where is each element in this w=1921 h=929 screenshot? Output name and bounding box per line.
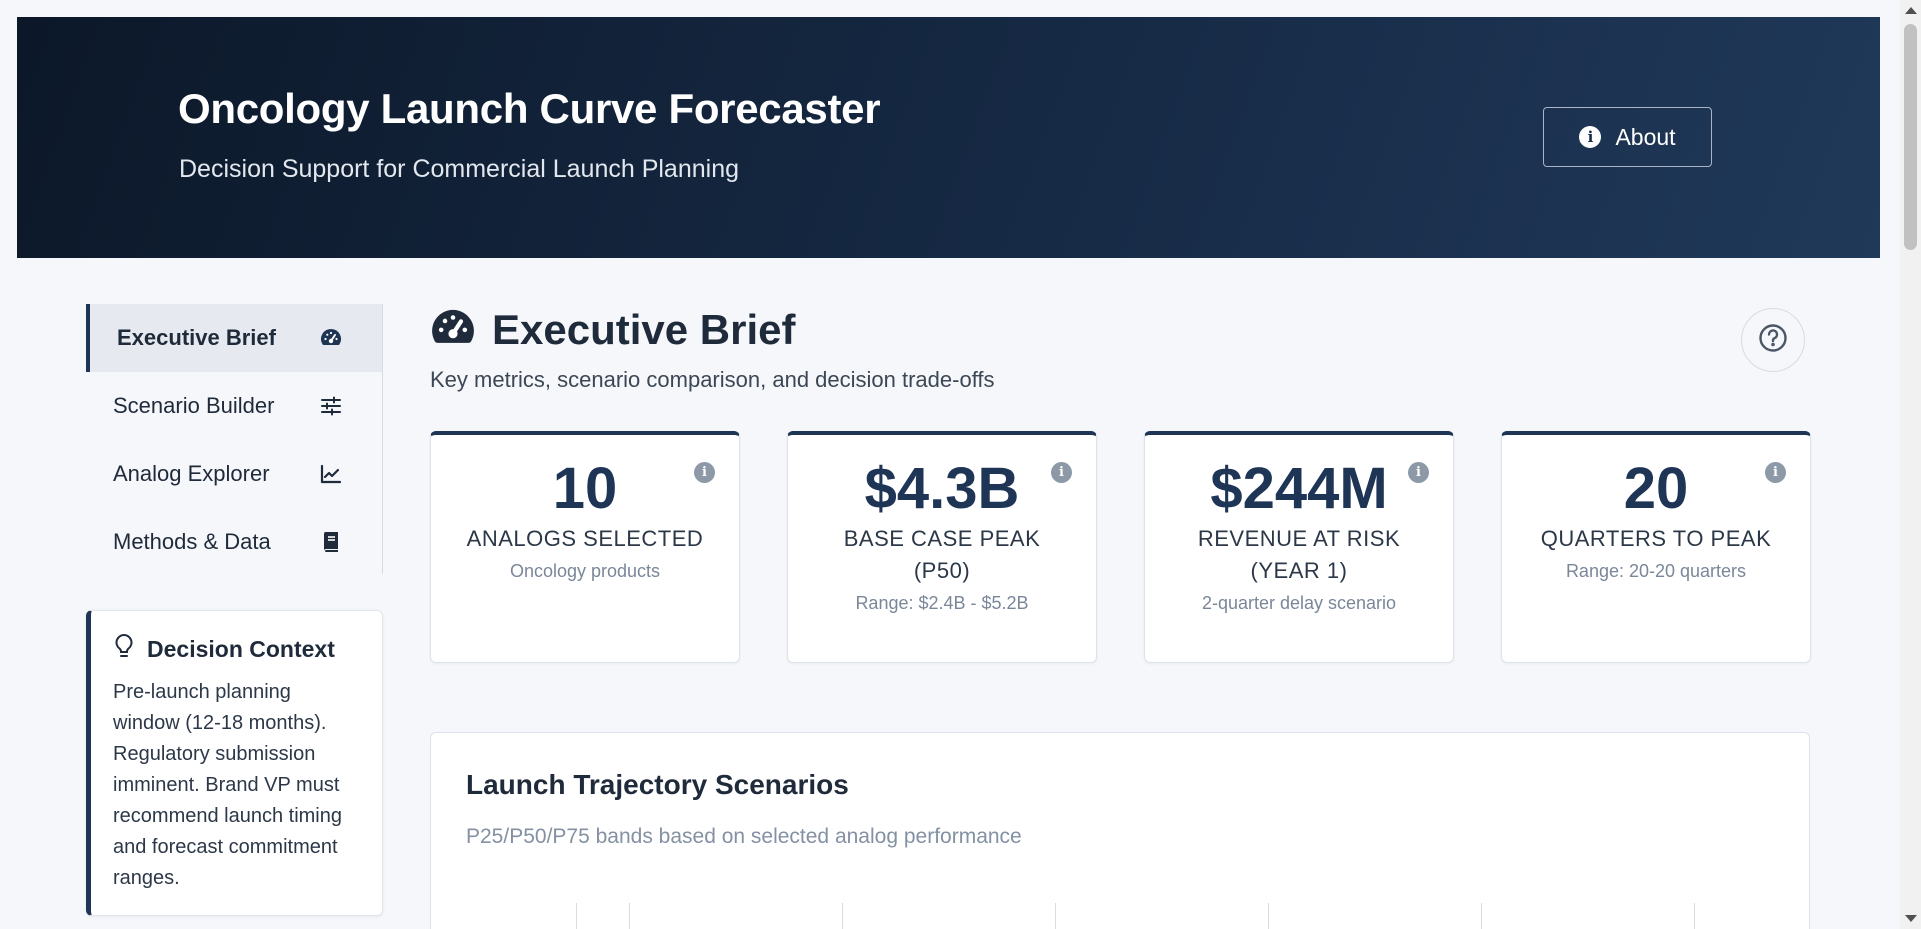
scroll-up-arrow-icon[interactable] bbox=[1905, 7, 1917, 14]
decision-context-title: Decision Context bbox=[147, 635, 335, 662]
kpi-label: QUARTERS TO PEAK bbox=[1540, 526, 1772, 551]
app-header: Oncology Launch Curve Forecaster Decisio… bbox=[17, 17, 1880, 258]
info-icon[interactable]: i bbox=[1408, 462, 1429, 483]
sidebar-item-label: Methods & Data bbox=[113, 529, 271, 554]
question-circle-icon bbox=[1758, 323, 1788, 358]
kpi-label: BASE CASE PEAK (P50) bbox=[843, 526, 1041, 583]
kpi-note: Oncology products bbox=[509, 561, 661, 581]
sliders-icon bbox=[318, 393, 344, 419]
kpi-label: REVENUE AT RISK (YEAR 1) bbox=[1197, 526, 1401, 583]
chart-gridline bbox=[1055, 903, 1056, 929]
kpi-card-analogs: i 10 ANALOGS SELECTED Oncology products bbox=[430, 431, 740, 663]
book-icon bbox=[318, 529, 344, 555]
info-icon[interactable]: i bbox=[1051, 462, 1072, 483]
page-heading: Executive Brief bbox=[430, 306, 795, 354]
kpi-value: $4.3B bbox=[864, 456, 1020, 521]
kpi-value: 10 bbox=[552, 456, 618, 521]
app-subtitle: Decision Support for Commercial Launch P… bbox=[179, 155, 740, 183]
gauge-icon bbox=[430, 308, 476, 353]
sidebar-item-methods-data[interactable]: Methods & Data bbox=[86, 508, 382, 576]
kpi-card-revenue-risk: i $244M REVENUE AT RISK (YEAR 1) 2-quart… bbox=[1144, 431, 1454, 663]
chart-gridline bbox=[1268, 903, 1269, 929]
app-title: Oncology Launch Curve Forecaster bbox=[178, 85, 881, 132]
sidebar-item-executive-brief[interactable]: Executive Brief bbox=[86, 304, 382, 372]
decision-context-body: Pre-launch planning window (12-18 months… bbox=[113, 681, 342, 889]
kpi-note: Range: 20-20 quarters bbox=[1565, 561, 1747, 581]
decision-context-header: Decision Context bbox=[113, 633, 360, 665]
chart-subtitle: P25/P50/P75 bands based on selected anal… bbox=[466, 825, 1022, 848]
sidebar-item-label: Analog Explorer bbox=[113, 461, 270, 486]
sidebar-item-scenario-builder[interactable]: Scenario Builder bbox=[86, 372, 382, 440]
kpi-note: 2-quarter delay scenario bbox=[1201, 593, 1397, 613]
sidebar-item-label: Executive Brief bbox=[117, 325, 276, 350]
kpi-label: ANALOGS SELECTED bbox=[466, 526, 704, 551]
chart-gridline bbox=[576, 903, 577, 929]
lightbulb-icon bbox=[113, 633, 135, 665]
sidebar-item-label: Scenario Builder bbox=[113, 393, 275, 418]
trajectory-chart-card: Launch Trajectory Scenarios P25/P50/P75 … bbox=[430, 732, 1810, 929]
info-icon[interactable]: i bbox=[694, 462, 715, 483]
sidebar-item-analog-explorer[interactable]: Analog Explorer bbox=[86, 440, 382, 508]
kpi-card-quarters: i 20 QUARTERS TO PEAK Range: 20-20 quart… bbox=[1501, 431, 1811, 663]
kpi-note: Range: $2.4B - $5.2B bbox=[855, 593, 1029, 613]
kpi-value: 20 bbox=[1623, 456, 1689, 521]
kpi-card-peak: i $4.3B BASE CASE PEAK (P50) Range: $2.4… bbox=[787, 431, 1097, 663]
scroll-thumb[interactable] bbox=[1904, 24, 1917, 250]
decision-context-card: Decision Context Pre-launch planning win… bbox=[86, 610, 383, 916]
page-title: Executive Brief bbox=[492, 306, 796, 353]
info-icon: i bbox=[1579, 126, 1602, 148]
about-button[interactable]: i About bbox=[1543, 107, 1712, 167]
chart-gridline bbox=[1481, 903, 1482, 929]
chart-gridline bbox=[842, 903, 843, 929]
kpi-value: $244M bbox=[1210, 456, 1388, 521]
scroll-down-arrow-icon[interactable] bbox=[1905, 915, 1917, 922]
chart-title: Launch Trajectory Scenarios bbox=[466, 769, 849, 800]
page-scrollbar[interactable] bbox=[1900, 0, 1921, 929]
help-button[interactable] bbox=[1741, 308, 1805, 372]
about-button-label: About bbox=[1615, 123, 1676, 150]
page-subtitle: Key metrics, scenario comparison, and de… bbox=[430, 367, 995, 392]
chart-gridline bbox=[1694, 903, 1695, 929]
info-icon[interactable]: i bbox=[1765, 462, 1786, 483]
gauge-icon bbox=[318, 325, 344, 351]
chart-gridline bbox=[629, 903, 630, 929]
sidebar-nav: Executive Brief Scenario Builder Analog … bbox=[86, 304, 383, 574]
line-chart-icon bbox=[318, 461, 344, 487]
